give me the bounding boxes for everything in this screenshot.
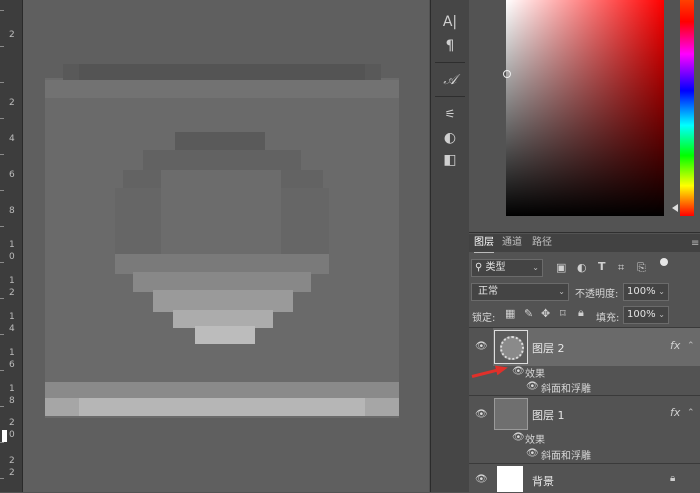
ruler-number: 2 [9,30,15,40]
eye-icon[interactable]: 👁︎ [526,448,539,459]
ruler-number: 8 [9,206,15,216]
effects-label: 效果 [525,369,545,380]
filter-type-icon[interactable]: T [598,260,606,273]
chevron-down-icon: ⌄ [658,287,665,296]
lock-image-icon[interactable]: ✎ [524,307,533,320]
eye-icon[interactable]: 👁︎ [475,474,488,485]
eye-icon[interactable]: 👁︎ [475,341,488,352]
opacity-label: 不透明度: [575,289,619,300]
ruler-number: 1 [9,384,15,394]
fill-input[interactable]: 100% ⌄ [623,306,669,324]
lock-artboard-icon[interactable]: ⌑ [560,307,566,320]
adjust-icon[interactable]: ⚟ [437,104,463,124]
ruler-marker [2,430,7,442]
eye-icon[interactable]: 👁︎ [512,366,525,377]
layer-thumbnail[interactable] [494,330,528,364]
tab-paths[interactable]: 路径 [532,236,552,252]
ring-lower [115,254,329,274]
layer-name[interactable]: 背景 [532,473,554,489]
filter-adjustment-icon[interactable]: ◐ [577,261,587,274]
hue-slider[interactable] [680,0,694,216]
ruler-number: 1 [9,312,15,322]
chevron-down-icon: ⌄ [658,310,665,319]
search-icon: ⚲ [475,262,483,273]
ruler-number: 0 [9,430,15,440]
artwork-top-highlight [45,80,399,98]
glyphs-icon[interactable]: 𝒜 [437,70,463,90]
lock-label: 锁定: [472,313,496,324]
ruler-number: 2 [9,98,15,108]
hue-slider-handle[interactable] [672,204,678,212]
vertical-ruler: 2 2 4 6 8 1 0 1 2 1 4 1 6 1 8 2 0 2 2 [0,0,23,492]
ring-lower-bevel [133,272,311,292]
opacity-input[interactable]: 100% ⌄ [623,283,669,301]
panel-menu-icon[interactable]: ≡ [691,238,699,249]
filter-smart-object-icon[interactable]: ⎘ [637,261,646,275]
ruler-number: 1 [9,276,15,286]
chevron-down-icon: ⌄ [558,287,565,296]
ruler-number: 2 [9,468,15,478]
blend-mode-value: 正常 [478,286,498,297]
layer-thumbnail[interactable] [497,466,523,492]
layer-name[interactable]: 图层 1 [532,407,565,423]
panel-toolstrip: A| ¶ 𝒜 ⚟ ◐ ◧ [430,0,470,492]
paragraph-icon[interactable]: ¶ [437,36,463,56]
ring-upper [143,150,301,172]
ruler-number: 2 [9,456,15,466]
layer-name[interactable]: 图层 2 [532,340,565,356]
layer-thumbnail[interactable] [494,398,528,430]
eye-icon[interactable]: 👁︎ [475,409,488,420]
layer-fx-badge[interactable]: fx [670,406,680,419]
eye-icon[interactable]: 👁︎ [512,432,525,443]
tab-channels[interactable]: 通道 [502,236,522,252]
blend-mode-select[interactable]: 正常 ⌄ [471,283,569,301]
picker-cursor[interactable] [503,70,511,78]
lock-transparent-icon[interactable]: ▦ [505,307,515,320]
document-canvas[interactable] [23,0,429,492]
ruler-number: 2 [9,288,15,298]
ruler-number: 8 [9,396,15,406]
artwork-bottom-edge-inner [79,398,365,416]
layer-fx-badge[interactable]: fx [670,339,680,352]
character-icon[interactable]: A| [437,12,463,32]
ring-center [161,170,281,254]
ruler-number: 6 [9,170,15,180]
ruler-number: 2 [9,418,15,428]
ruler-number: 1 [9,240,15,250]
ruler-number: 1 [9,348,15,358]
color-picker-field[interactable] [503,0,664,216]
ring-bottom [153,290,293,312]
lock-position-icon[interactable]: ✥ [541,307,550,320]
fill-label: 填充: [596,313,620,324]
ruler-number: 4 [9,324,15,334]
ruler-number: 6 [9,360,15,370]
chevron-down-icon: ⌄ [532,263,539,272]
opacity-value: 100% [627,286,656,297]
effect-bevel-emboss[interactable]: 斜面和浮雕 [541,380,591,395]
lock-all-icon[interactable]: 🔒︎ [578,306,584,320]
ring-base-highlight [195,326,255,344]
effects-label: 效果 [525,435,545,446]
contrast-icon[interactable]: ◐ [437,128,463,148]
layer-filter-select[interactable]: ⚲ 类型 ⌄ [471,259,543,277]
chevron-up-icon[interactable]: ⌃ [687,408,695,418]
ring-top [175,132,265,152]
effect-bevel-emboss[interactable]: 斜面和浮雕 [541,447,591,462]
lock-icon: 🔒︎ [670,473,676,484]
chevron-up-icon[interactable]: ⌃ [687,341,695,351]
artwork-top-edge-inner [79,64,365,80]
swatch-icon[interactable]: ◧ [437,150,463,170]
filter-toggle-icon[interactable] [660,258,668,266]
filter-pixel-icon[interactable]: ▣ [556,261,566,274]
eye-icon[interactable]: 👁︎ [526,381,539,392]
ruler-number: 4 [9,134,15,144]
layer-filter-label: 类型 [485,262,506,273]
fill-value: 100% [627,309,656,320]
ruler-number: 0 [9,252,15,262]
tab-layers[interactable]: 图层 [474,236,494,253]
filter-shape-icon[interactable]: ⌗ [618,261,624,275]
